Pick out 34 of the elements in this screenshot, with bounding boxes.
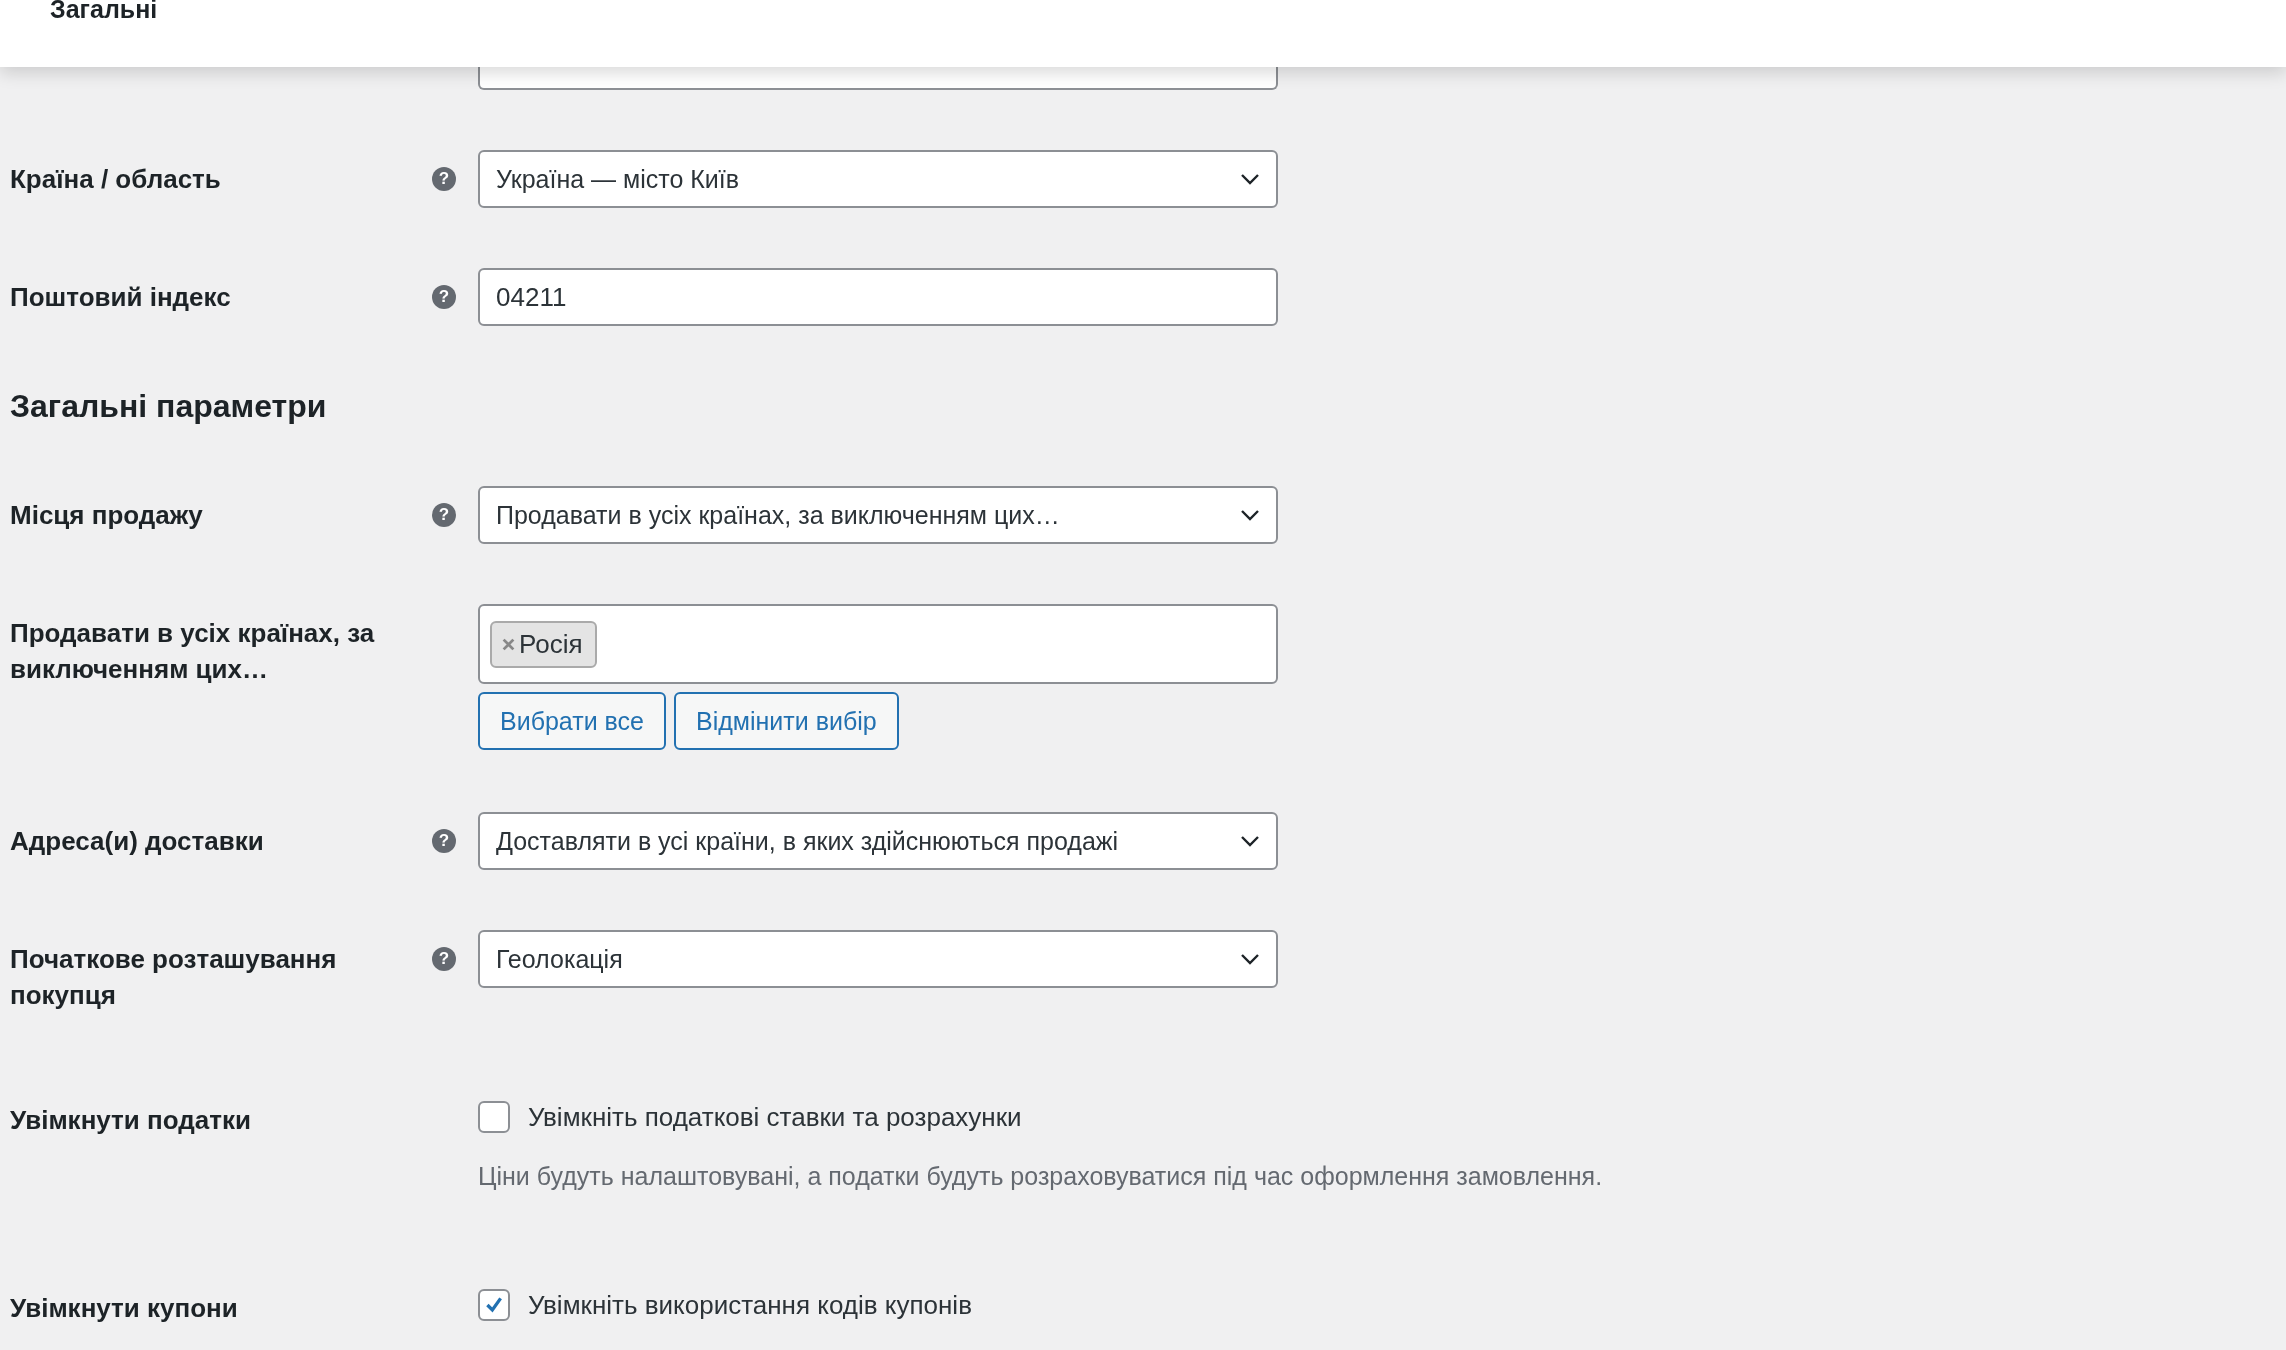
field-label: Продавати в усіх країнах, за виключенням цих…	[10, 617, 376, 686]
chevron-down-icon	[1240, 509, 1260, 521]
dropdown[interactable]: Геолокація	[478, 930, 1278, 988]
dropdown[interactable]: Україна — місто Київ	[478, 150, 1278, 208]
field-label: Місця продажу	[10, 499, 204, 532]
field-description: Ціни будуть налаштовувані, а податки будуть розраховуватися під час оформлення замовлення.	[478, 1161, 1603, 1192]
field-label: Увімкнути купони	[10, 1292, 239, 1325]
help-icon[interactable]: ?	[432, 503, 456, 527]
field-label: Увімкнути податки	[10, 1104, 252, 1137]
field-label: Країна / область	[10, 163, 222, 196]
field-label: Початкове розташування покупця	[10, 943, 338, 1012]
chevron-down-icon	[1240, 173, 1260, 185]
help-icon[interactable]: ?	[432, 285, 456, 309]
select-button[interactable]: Вибрати все	[478, 692, 666, 750]
field-label: Поштовий індекс	[10, 281, 232, 314]
dropdown[interactable]: Доставляти в усі країни, в яких здійснюються продажі	[478, 812, 1278, 870]
field-label: Адреса(и) доставки	[10, 825, 265, 858]
help-icon[interactable]: ?	[432, 167, 456, 191]
help-icon[interactable]: ?	[432, 947, 456, 971]
section-heading: Загальні параметри	[10, 387, 328, 426]
dropdown[interactable]: Продавати в усіх країнах, за виключенням цих…	[478, 486, 1278, 544]
select-button[interactable]: Відмінити вибір	[674, 692, 899, 750]
remove-icon[interactable]	[502, 637, 515, 651]
chevron-down-icon	[1240, 953, 1260, 965]
tag-label: Росія	[519, 628, 583, 660]
chevron-down-icon	[1240, 835, 1260, 847]
checkbox[interactable]	[478, 1101, 510, 1133]
checkbox-label: Увімкніть використання кодів купонів	[528, 1289, 972, 1321]
page-title: Загальні	[50, 0, 158, 24]
checkbox-label: Увімкніть податкові ставки та розрахунки	[528, 1101, 1022, 1133]
checkbox[interactable]	[478, 1289, 510, 1321]
input-field[interactable]: 04211	[478, 268, 1278, 326]
multi-select-field[interactable]: Росія	[478, 604, 1278, 684]
help-icon[interactable]: ?	[432, 829, 456, 853]
